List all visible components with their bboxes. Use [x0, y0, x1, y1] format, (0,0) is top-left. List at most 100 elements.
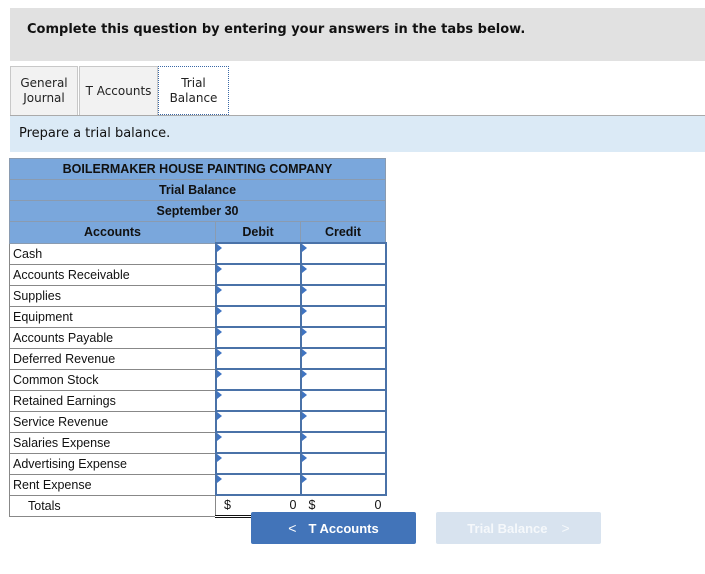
cell-marker-icon [301, 370, 307, 378]
table-row: Accounts Payable [9, 326, 387, 349]
next-tab-button: Trial Balance > [436, 512, 601, 544]
credit-input[interactable] [299, 305, 387, 328]
tab-label: General [20, 76, 68, 90]
tab-label: Trial Balance [169, 75, 218, 105]
cell-marker-icon [301, 349, 307, 357]
table-row: Deferred Revenue [9, 347, 387, 370]
cell-marker-icon [216, 475, 222, 483]
cell-marker-icon [216, 349, 222, 357]
table-row: Accounts Receivable [9, 263, 387, 286]
trial-balance-table: BOILERMAKER HOUSE PAINTING COMPANY Trial… [9, 158, 387, 518]
tab-bar: General Journal T Accounts Trial Balance [10, 66, 705, 116]
tab-label: Journal [23, 91, 65, 105]
debit-input[interactable] [214, 410, 302, 433]
cell-marker-icon [216, 412, 222, 420]
cell-marker-icon [216, 433, 222, 441]
tab-t-accounts[interactable]: T Accounts [79, 66, 158, 115]
credit-total-value: 0 [374, 498, 382, 512]
cell-marker-icon [216, 454, 222, 462]
account-name: Supplies [9, 284, 216, 307]
debit-input[interactable] [214, 389, 302, 412]
table-row: Retained Earnings [9, 389, 387, 412]
credit-input[interactable] [299, 263, 387, 286]
cell-marker-icon [301, 328, 307, 336]
debit-input[interactable] [214, 242, 302, 265]
table-row: Cash [9, 242, 387, 265]
account-name: Service Revenue [9, 410, 216, 433]
cell-marker-icon [301, 391, 307, 399]
table-row: Equipment [9, 305, 387, 328]
cell-marker-icon [301, 265, 307, 273]
company-name: BOILERMAKER HOUSE PAINTING COMPANY [9, 158, 386, 180]
table-row: Service Revenue [9, 410, 387, 433]
instruction-text: Complete this question by entering your … [27, 22, 526, 37]
account-name: Rent Expense [9, 473, 216, 496]
credit-input[interactable] [299, 326, 387, 349]
credit-input[interactable] [299, 389, 387, 412]
column-header-debit: Debit [215, 221, 301, 244]
cell-marker-icon [216, 244, 222, 252]
debit-input[interactable] [214, 431, 302, 454]
cell-marker-icon [216, 391, 222, 399]
table-row: Salaries Expense [9, 431, 387, 454]
credit-input[interactable] [299, 242, 387, 265]
credit-input[interactable] [299, 284, 387, 307]
prompt-text: Prepare a trial balance. [19, 126, 171, 141]
cell-marker-icon [216, 286, 222, 294]
cell-marker-icon [216, 328, 222, 336]
cell-marker-icon [301, 286, 307, 294]
cell-marker-icon [216, 370, 222, 378]
cell-marker-icon [301, 433, 307, 441]
account-name: Deferred Revenue [9, 347, 216, 370]
prev-tab-label: T Accounts [308, 520, 379, 536]
credit-input[interactable] [299, 410, 387, 433]
credit-input[interactable] [299, 473, 387, 496]
account-name: Common Stock [9, 368, 216, 391]
debit-input[interactable] [214, 347, 302, 370]
column-header-accounts: Accounts [9, 221, 216, 244]
account-name: Equipment [9, 305, 216, 328]
currency-symbol: $ [308, 498, 316, 512]
debit-total-value: 0 [289, 498, 297, 512]
account-name: Cash [9, 242, 216, 265]
cell-marker-icon [301, 412, 307, 420]
tab-general-journal[interactable]: General Journal [10, 66, 78, 115]
debit-input[interactable] [214, 263, 302, 286]
currency-symbol: $ [224, 498, 231, 512]
debit-input[interactable] [214, 326, 302, 349]
next-tab-label: Trial Balance [467, 520, 548, 536]
instruction-banner: Complete this question by entering your … [10, 8, 705, 61]
chevron-left-icon: < [288, 520, 297, 536]
credit-input[interactable] [299, 347, 387, 370]
account-name: Salaries Expense [9, 431, 216, 454]
statement-title: Trial Balance [9, 179, 386, 201]
chevron-right-icon: > [561, 520, 570, 536]
statement-date: September 30 [9, 200, 386, 222]
account-name: Advertising Expense [9, 452, 216, 475]
account-name: Accounts Payable [9, 326, 216, 349]
prompt-banner: Prepare a trial balance. [10, 116, 705, 152]
account-name: Retained Earnings [9, 389, 216, 412]
table-row: Common Stock [9, 368, 387, 391]
debit-input[interactable] [214, 305, 302, 328]
cell-marker-icon [301, 307, 307, 315]
debit-input[interactable] [214, 473, 302, 496]
totals-label: Totals [9, 494, 216, 517]
debit-input[interactable] [214, 452, 302, 475]
credit-input[interactable] [299, 431, 387, 454]
column-header-credit: Credit [300, 221, 386, 244]
cell-marker-icon [216, 307, 222, 315]
table-row: Supplies [9, 284, 387, 307]
tab-label: T Accounts [85, 83, 152, 98]
debit-input[interactable] [214, 368, 302, 391]
prev-tab-button[interactable]: < T Accounts [251, 512, 416, 544]
cell-marker-icon [301, 244, 307, 252]
tab-trial-balance[interactable]: Trial Balance [158, 66, 229, 115]
cell-marker-icon [216, 265, 222, 273]
debit-input[interactable] [214, 284, 302, 307]
cell-marker-icon [301, 475, 307, 483]
table-row: Advertising Expense [9, 452, 387, 475]
credit-input[interactable] [299, 368, 387, 391]
credit-input[interactable] [299, 452, 387, 475]
cell-marker-icon [301, 454, 307, 462]
